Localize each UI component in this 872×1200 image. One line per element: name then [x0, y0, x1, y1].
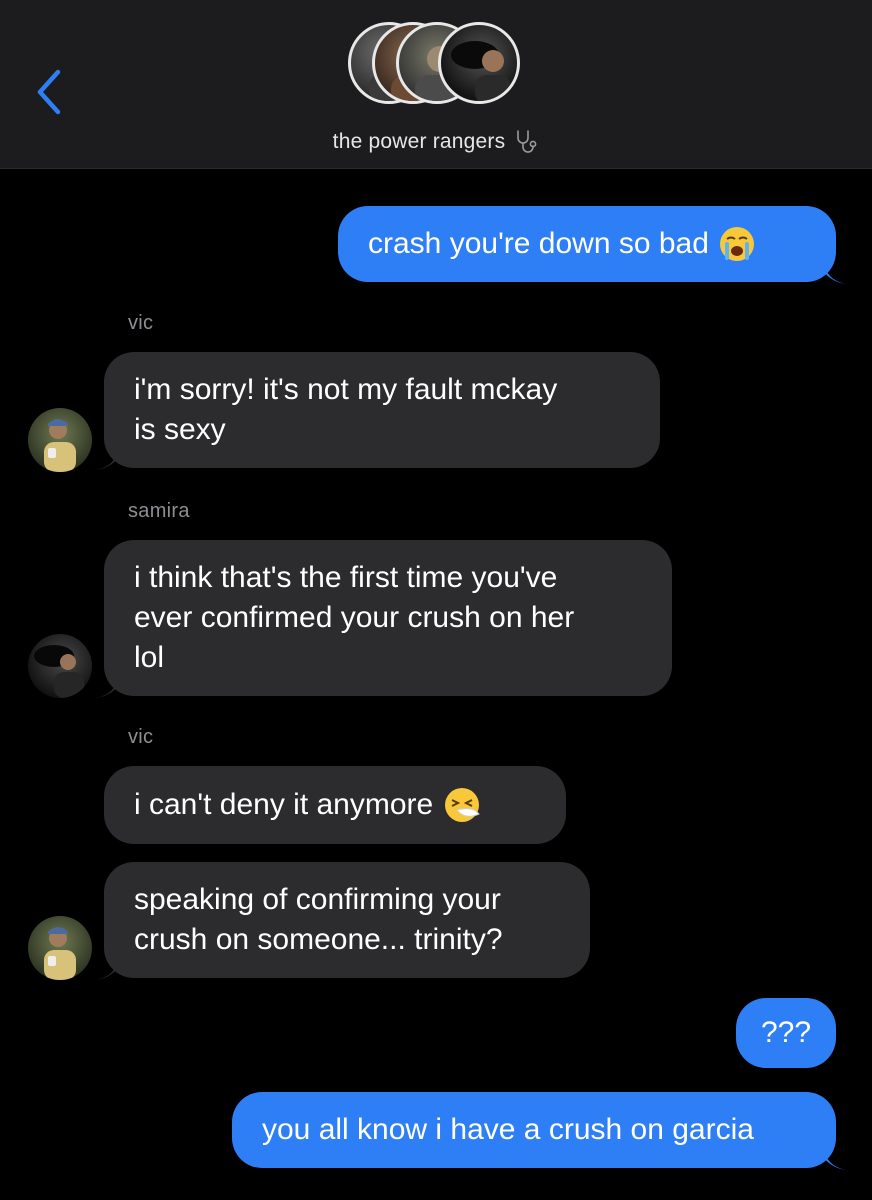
- received-message[interactable]: i'm sorry! it's not my fault mckay is se…: [104, 352, 660, 468]
- member-avatar: [438, 22, 520, 104]
- message-text: speaking of confirming your crush on som…: [134, 883, 503, 956]
- message-text: i can't deny it anymore: [134, 788, 434, 821]
- bubble-tail: [824, 262, 846, 284]
- received-message[interactable]: i can't deny it anymore: [104, 766, 566, 844]
- group-avatar-stack[interactable]: [348, 22, 524, 114]
- sender-name: samira: [128, 500, 190, 522]
- bubble-tail: [824, 1148, 846, 1170]
- sent-message[interactable]: crash you're down so bad: [338, 206, 836, 282]
- sender-avatar[interactable]: [28, 408, 92, 472]
- sent-message[interactable]: you all know i have a crush on garcia: [232, 1092, 836, 1168]
- bubble-tail: [96, 676, 118, 698]
- back-button[interactable]: [30, 64, 70, 120]
- group-name-row[interactable]: the power rangers: [0, 122, 872, 162]
- sender-name: vic: [128, 726, 154, 748]
- bubble-tail: [96, 958, 118, 980]
- conversation-header: the power rangers: [0, 0, 872, 169]
- sender-name: vic: [128, 312, 154, 334]
- message-text: you all know i have a crush on garcia: [262, 1113, 754, 1146]
- sender-avatar[interactable]: [28, 916, 92, 980]
- loudly-crying-face-emoji-icon: [719, 227, 754, 261]
- chevron-left-icon: [37, 69, 61, 115]
- sender-avatar[interactable]: [28, 634, 92, 698]
- bubble-tail: [96, 448, 118, 470]
- message-text: i'm sorry! it's not my fault mckay is se…: [134, 373, 558, 446]
- received-message[interactable]: speaking of confirming your crush on som…: [104, 862, 590, 978]
- message-text: ???: [760, 1016, 812, 1049]
- group-name: the power rangers: [332, 130, 506, 153]
- received-message[interactable]: i think that's the first time you've eve…: [104, 540, 672, 696]
- sneezing-face-emoji-icon: [445, 788, 481, 822]
- message-text: crash you're down so bad: [368, 227, 709, 260]
- message-text: i think that's the first time you've eve…: [134, 561, 575, 674]
- stethoscope-icon: [517, 130, 537, 153]
- sent-message[interactable]: ???: [736, 998, 836, 1068]
